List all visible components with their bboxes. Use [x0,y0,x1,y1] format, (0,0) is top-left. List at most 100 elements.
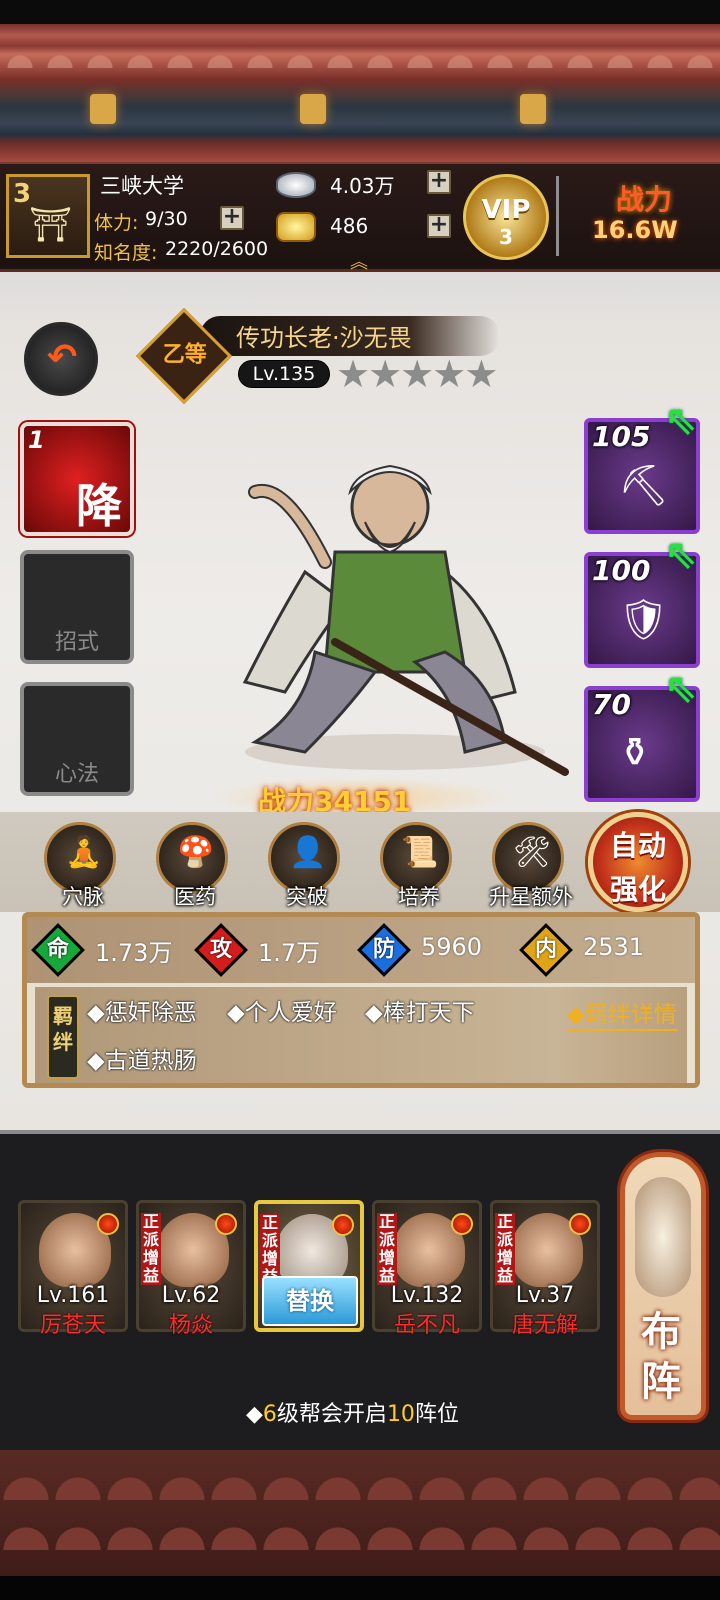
roof-banner [0,24,720,162]
action-bar: 🧘 穴脉 🍄 医药 👤 突破 📜 培养 🛠 升星额外 自动 强化 [0,812,720,912]
hero-detail-panel: ↶ 乙等 传功长老·沙无畏 Lv.135 ★★★★★ 1 降 招式 心法 105… [0,272,720,1130]
lineup-slot[interactable]: 正派增益 Lv.62 杨焱 [136,1200,246,1338]
red-dot-icon [332,1214,354,1236]
vip-level: 3 [499,225,513,249]
vip-label: VIP [481,195,531,225]
auto-line1: 自动 [609,829,666,862]
silver-ingot-icon [276,172,316,198]
lineup-panel: Lv.161 厉苍天 正派增益 Lv.62 杨焱 正派增益 替换 正派增益 Lv… [0,1130,720,1450]
moves-label: 招式 [54,630,99,655]
lantern [90,94,116,124]
equip-slot-armor[interactable]: 100 ⇖ 🛡 [584,532,700,668]
star-icon: ★ [464,352,498,396]
moves-slot[interactable]: 招式 [20,550,134,664]
faction-buff-tag: 正派增益 [495,1212,515,1285]
silver-amount: 4.03万 [330,174,395,198]
bond-item: ◆惩奸除恶 [87,1000,197,1026]
bond-item: ◆个人爱好 [227,1000,337,1026]
train-button[interactable]: 📜 培养 [380,822,452,909]
mind-method-label: 心法 [54,762,99,787]
lineup-level: Lv.62 [161,1283,221,1308]
add-gold-button[interactable]: + [427,214,451,238]
gauntlet-icon: 🛠 [513,835,552,870]
lineup-slot-selected[interactable]: 正派增益 替换 [254,1200,364,1332]
grade-text: 乙等 [162,342,207,368]
star-icon: ★ [432,352,466,396]
formation-label: 布阵 [641,1309,681,1405]
shovel-icon: ⛏ [618,463,669,509]
lantern [520,94,546,124]
formation-art [635,1177,691,1297]
unlock-hint: ◆6级帮会开启10阵位 [246,1402,459,1427]
lineup-level: Lv.161 [36,1283,110,1308]
formation-button[interactable]: 布阵 [620,1152,706,1420]
hero-level: Lv.135 [238,360,330,388]
nav-bar [0,1576,720,1600]
bond-detail-link[interactable]: ◆羁绊详情 [567,995,677,1031]
lineup-level: Lv.37 [515,1283,575,1308]
lineup-name: 岳不凡 [393,1313,460,1338]
hero-name: 传功长老·沙无畏 [236,324,412,352]
faction-buff-tag: 正派增益 [141,1212,161,1285]
skill-char: 降 [76,479,122,533]
lineup-name: 杨焱 [168,1313,213,1338]
equip-level: 105 [592,420,651,453]
medicine-button[interactable]: 🍄 医药 [156,822,228,909]
bond-item: ◆棒打天下 [365,1000,475,1026]
auto-strengthen-button[interactable]: 自动 强化 [588,812,688,912]
upgrade-arrow-icon: ⇖ [664,398,698,444]
add-silver-button[interactable]: + [427,170,451,194]
lineup-slot[interactable]: 正派增益 Lv.37 唐无解 [490,1200,600,1338]
breakthrough-label: 突破 [286,885,328,909]
attack-value: 1.7万 [258,939,321,967]
star-icon: ★ [368,352,402,396]
red-dot-icon [569,1213,591,1235]
equip-level: 70 [592,688,631,721]
inner-power-value: 2531 [583,933,645,961]
upgrade-arrow-icon: ⇖ [664,666,698,712]
star-up-extra-button[interactable]: 🛠 升星额外 [489,822,573,909]
star-rating: ★★★★★ [336,352,498,396]
red-dot-icon [97,1213,119,1235]
chevron-up-icon[interactable]: ︽ [350,248,368,274]
add-stamina-button[interactable]: + [220,206,244,230]
hp-value: 1.73万 [95,939,173,967]
game-screen: 3 ⛩ 三峡大学 体力: 9/30 + 知名度: 2220/2600 4.03万… [0,0,720,1600]
stamina-label: 体力: [94,212,139,234]
gold-amount: 486 [330,214,369,238]
stamina-value: 9/30 [145,208,188,230]
lineup-slot[interactable]: Lv.161 厉苍天 [18,1200,128,1338]
teapot-icon: ⚱ [618,730,652,776]
acupoint-button[interactable]: 🧘 穴脉 [44,822,116,909]
meridian-icon: 🧘 [65,835,103,870]
train-label: 培养 [398,885,440,909]
player-header: 3 ⛩ 三峡大学 体力: 9/30 + 知名度: 2220/2600 4.03万… [0,162,720,274]
floor-tiles [0,1460,720,1500]
status-bar [0,0,720,24]
mind-method-slot[interactable]: 心法 [20,682,134,796]
total-power-value: 16.6W [592,216,678,244]
lantern [300,94,326,124]
pagoda-icon: ⛩ [29,205,73,245]
auto-line2: 强化 [609,873,666,906]
vip-badge[interactable]: VIP 3 [463,174,549,260]
scholar-icon: 👤 [289,835,327,870]
roof-tiles [0,34,720,68]
skill-count: 1 [28,426,45,454]
back-arrow-icon: ↶ [47,337,78,378]
star-icon: ★ [336,352,370,396]
hero-portrait[interactable] [215,452,580,782]
attribute-panel: 命 1.73万 攻 1.7万 防 5960 内 2531 羁绊 ◆惩奸除恶 ◆个… [22,912,700,1088]
lineup-name: 唐无解 [511,1313,578,1338]
player-avatar[interactable]: 3 ⛩ [6,174,90,258]
star-up-extra-label: 升星额外 [489,885,573,909]
skill-slot-descend[interactable]: 1 降 [20,422,134,536]
lineup-slot[interactable]: 正派增益 Lv.132 岳不凡 [372,1200,482,1338]
fame-label: 知名度: [94,242,158,264]
swap-button[interactable]: 替换 [262,1276,358,1326]
equip-slot-weapon[interactable]: 105 ⇖ ⛏ [584,398,700,534]
back-button[interactable]: ↶ [24,322,98,396]
breakthrough-button[interactable]: 👤 突破 [268,822,340,909]
scroll-icon: 📜 [401,835,439,870]
equip-slot-accessory[interactable]: 70 ⇖ ⚱ [584,666,700,802]
